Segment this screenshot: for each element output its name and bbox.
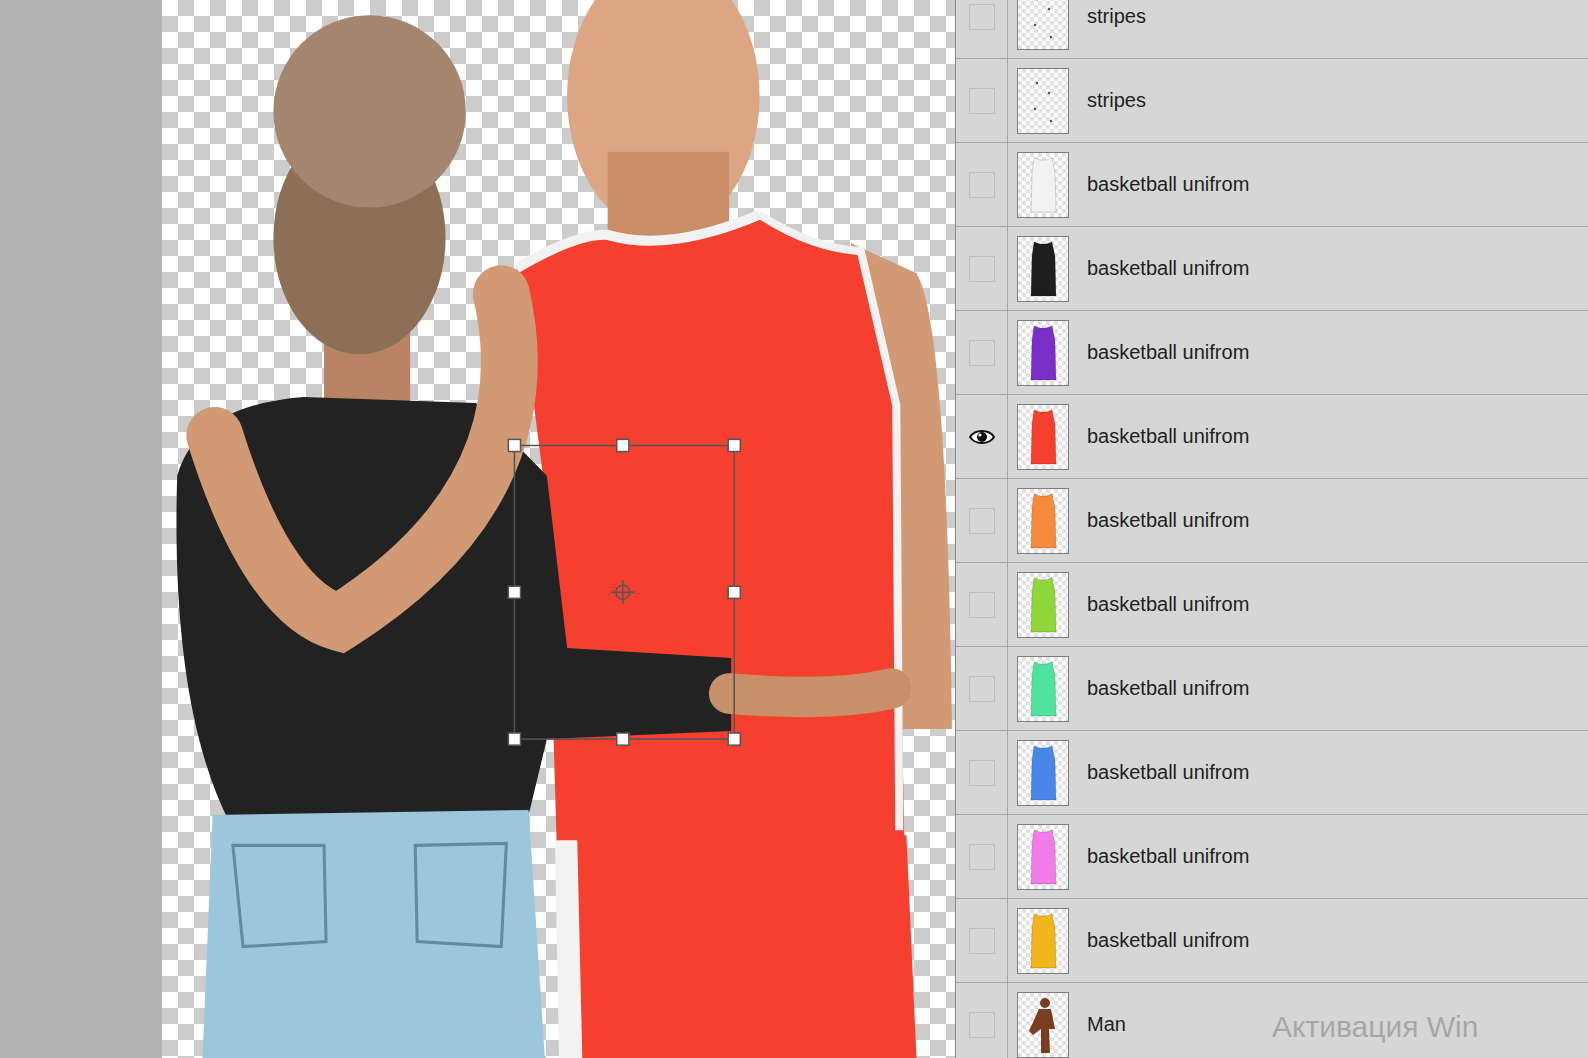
uniform-thumbnail-icon bbox=[1028, 408, 1058, 466]
layers-panel: stripes stripes basketball unifrom basketba… bbox=[956, 0, 1588, 1058]
layer-name: stripes bbox=[1087, 5, 1146, 28]
visibility-toggle[interactable] bbox=[969, 760, 995, 786]
layer-row[interactable]: basketball unifrom bbox=[956, 647, 1588, 731]
layer-row[interactable]: stripes bbox=[956, 59, 1588, 143]
layer-name: basketball unifrom bbox=[1087, 929, 1249, 952]
layer-row[interactable]: basketball unifrom bbox=[956, 899, 1588, 983]
visibility-toggle[interactable] bbox=[969, 1012, 995, 1038]
figure-thumbnail-icon bbox=[1023, 995, 1063, 1055]
visibility-toggle[interactable] bbox=[969, 88, 995, 114]
layers-list: stripes stripes basketball unifrom basketba… bbox=[956, 0, 1588, 1058]
layer-name: basketball unifrom bbox=[1087, 509, 1249, 532]
layer-thumbnail bbox=[1017, 488, 1069, 554]
layer-name: basketball unifrom bbox=[1087, 677, 1249, 700]
layer-row[interactable]: basketball unifrom bbox=[956, 143, 1588, 227]
visibility-toggle[interactable] bbox=[969, 676, 995, 702]
visibility-cell[interactable] bbox=[956, 311, 1008, 394]
uniform-thumbnail-icon bbox=[1028, 240, 1058, 298]
visibility-cell[interactable] bbox=[956, 479, 1008, 562]
visibility-cell[interactable] bbox=[956, 983, 1008, 1058]
visibility-toggle[interactable] bbox=[969, 508, 995, 534]
layer-row[interactable]: basketball unifrom bbox=[956, 815, 1588, 899]
visibility-toggle[interactable] bbox=[969, 844, 995, 870]
visibility-cell[interactable] bbox=[956, 731, 1008, 814]
layer-thumbnail bbox=[1017, 740, 1069, 806]
layer-name: Man bbox=[1087, 1013, 1126, 1036]
woman-figure bbox=[176, 15, 891, 1058]
photoshop-window: stripes stripes basketball unifrom basketba… bbox=[0, 0, 1588, 1058]
layer-row[interactable]: basketball unifrom bbox=[956, 731, 1588, 815]
layer-name: stripes bbox=[1087, 89, 1146, 112]
layer-thumbnail bbox=[1017, 908, 1069, 974]
visibility-cell[interactable] bbox=[956, 563, 1008, 646]
layer-thumbnail bbox=[1017, 404, 1069, 470]
uniform-thumbnail-icon bbox=[1028, 156, 1058, 214]
uniform-thumbnail-icon bbox=[1028, 828, 1058, 886]
layer-row[interactable]: Man bbox=[956, 983, 1588, 1058]
layer-name: basketball unifrom bbox=[1087, 845, 1249, 868]
canvas[interactable] bbox=[162, 0, 956, 1058]
layer-row[interactable]: basketball unifrom bbox=[956, 227, 1588, 311]
visibility-toggle[interactable] bbox=[969, 172, 995, 198]
visibility-toggle[interactable] bbox=[969, 424, 995, 450]
visibility-cell[interactable] bbox=[956, 0, 1008, 58]
visibility-cell[interactable] bbox=[956, 815, 1008, 898]
layer-thumbnail bbox=[1017, 236, 1069, 302]
visibility-toggle[interactable] bbox=[969, 256, 995, 282]
visibility-cell[interactable] bbox=[956, 899, 1008, 982]
layer-name: basketball unifrom bbox=[1087, 257, 1249, 280]
uniform-thumbnail-icon bbox=[1028, 660, 1058, 718]
layer-name: basketball unifrom bbox=[1087, 761, 1249, 784]
visibility-cell[interactable] bbox=[956, 143, 1008, 226]
uniform-thumbnail-icon bbox=[1028, 576, 1058, 634]
layer-thumbnail bbox=[1017, 572, 1069, 638]
stripes-thumbnail-icon bbox=[1023, 0, 1063, 47]
visibility-toggle[interactable] bbox=[969, 592, 995, 618]
visibility-cell[interactable] bbox=[956, 59, 1008, 142]
visibility-cell[interactable] bbox=[956, 227, 1008, 310]
layer-row[interactable]: basketball unifrom bbox=[956, 479, 1588, 563]
visibility-toggle[interactable] bbox=[969, 340, 995, 366]
visibility-cell[interactable] bbox=[956, 395, 1008, 478]
layer-name: basketball unifrom bbox=[1087, 173, 1249, 196]
uniform-thumbnail-icon bbox=[1028, 492, 1058, 550]
layer-row[interactable]: basketball unifrom bbox=[956, 395, 1588, 479]
layer-thumbnail bbox=[1017, 656, 1069, 722]
layer-thumbnail bbox=[1017, 824, 1069, 890]
layer-thumbnail bbox=[1017, 992, 1069, 1058]
eye-icon bbox=[969, 428, 995, 446]
layer-thumbnail bbox=[1017, 320, 1069, 386]
layer-thumbnail bbox=[1017, 0, 1069, 50]
uniform-thumbnail-icon bbox=[1028, 324, 1058, 382]
visibility-toggle[interactable] bbox=[969, 928, 995, 954]
layer-thumbnail bbox=[1017, 68, 1069, 134]
uniform-thumbnail-icon bbox=[1028, 744, 1058, 802]
uniform-thumbnail-icon bbox=[1028, 912, 1058, 970]
stripes-thumbnail-icon bbox=[1023, 71, 1063, 131]
layer-thumbnail bbox=[1017, 152, 1069, 218]
visibility-toggle[interactable] bbox=[969, 4, 995, 30]
layer-name: basketball unifrom bbox=[1087, 341, 1249, 364]
activation-watermark: Активация Win bbox=[1272, 1010, 1478, 1044]
layer-row[interactable]: stripes bbox=[956, 0, 1588, 59]
pasteboard bbox=[0, 0, 162, 1058]
layer-name: basketball unifrom bbox=[1087, 425, 1249, 448]
layer-row[interactable]: basketball unifrom bbox=[956, 563, 1588, 647]
layer-name: basketball unifrom bbox=[1087, 593, 1249, 616]
canvas-artwork[interactable] bbox=[162, 0, 955, 1058]
transform-box[interactable] bbox=[508, 439, 740, 745]
visibility-cell[interactable] bbox=[956, 647, 1008, 730]
layer-row[interactable]: basketball unifrom bbox=[956, 311, 1588, 395]
